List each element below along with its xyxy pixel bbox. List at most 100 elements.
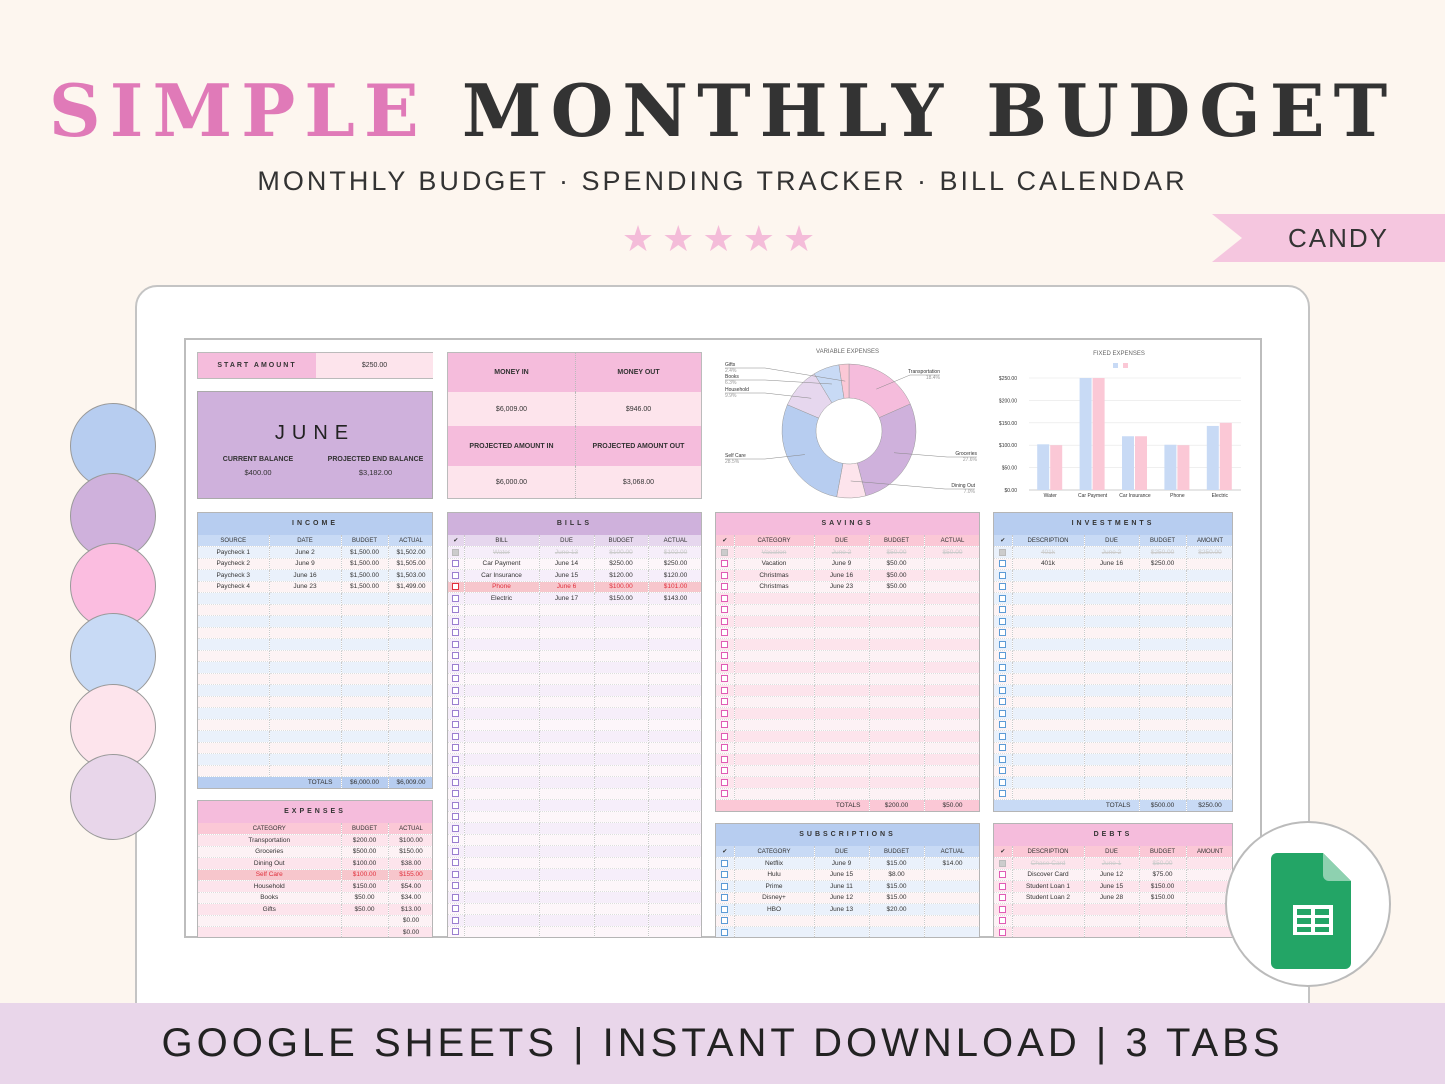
table-cell[interactable] <box>464 799 540 812</box>
table-cell[interactable]: $250.00 <box>1139 546 1187 559</box>
table-cell[interactable]: $250.00 <box>648 558 701 570</box>
table-cell[interactable]: June 13 <box>814 903 870 916</box>
table-cell[interactable]: Books <box>198 892 342 904</box>
table-cell[interactable] <box>388 650 432 662</box>
table-cell[interactable] <box>924 604 979 616</box>
table-cell[interactable] <box>1139 719 1187 731</box>
table-cell[interactable] <box>648 868 701 881</box>
checkbox-cell[interactable] <box>716 926 735 937</box>
table-cell[interactable] <box>594 903 649 915</box>
table-cell[interactable]: $150.00 <box>1139 880 1187 893</box>
checkbox[interactable] <box>999 652 1007 660</box>
table-cell[interactable] <box>539 834 595 846</box>
table-cell[interactable]: $155.00 <box>388 869 432 881</box>
table-cell[interactable]: June 16 <box>1084 558 1140 570</box>
table-cell[interactable]: $250.00 <box>1139 558 1187 570</box>
checkbox-cell[interactable] <box>448 546 465 559</box>
table-cell[interactable] <box>269 604 342 616</box>
checkbox[interactable] <box>452 905 460 913</box>
table-cell[interactable] <box>924 673 979 685</box>
checkbox-cell[interactable] <box>716 707 735 720</box>
checkbox[interactable] <box>452 571 460 579</box>
table-cell[interactable] <box>388 753 432 766</box>
table-cell[interactable] <box>539 765 595 777</box>
checkbox-cell[interactable] <box>716 661 735 674</box>
table-cell[interactable]: Prime <box>734 880 815 893</box>
table-cell[interactable] <box>814 696 870 708</box>
table-cell[interactable] <box>1186 869 1232 881</box>
checkbox-cell[interactable] <box>448 926 465 937</box>
table-cell[interactable]: $13.00 <box>388 903 432 916</box>
checkbox-cell[interactable] <box>994 592 1013 605</box>
table-cell[interactable] <box>734 592 815 605</box>
table-cell[interactable] <box>269 615 342 628</box>
checkbox[interactable] <box>452 882 460 890</box>
checkbox[interactable] <box>999 767 1007 775</box>
table-cell[interactable] <box>464 765 540 777</box>
table-cell[interactable] <box>341 926 389 937</box>
table-cell[interactable]: $15.00 <box>869 892 925 904</box>
month-name[interactable]: JUNE <box>198 422 432 445</box>
checkbox[interactable] <box>721 767 729 775</box>
table-cell[interactable] <box>1186 558 1232 570</box>
table-cell[interactable]: $143.00 <box>648 592 701 605</box>
table-cell[interactable] <box>198 627 270 639</box>
table-cell[interactable] <box>814 730 870 743</box>
table-cell[interactable]: June 28 <box>1084 892 1140 904</box>
table-cell[interactable] <box>924 684 979 697</box>
checkbox[interactable] <box>999 917 1007 925</box>
table-cell[interactable] <box>924 581 979 593</box>
table-cell[interactable] <box>594 719 649 731</box>
table-cell[interactable] <box>388 661 432 674</box>
table-cell[interactable] <box>869 719 925 731</box>
table-cell[interactable] <box>594 788 649 800</box>
table-cell[interactable] <box>539 799 595 812</box>
checkbox[interactable] <box>999 606 1007 614</box>
checkbox[interactable] <box>999 778 1007 786</box>
table-cell[interactable] <box>924 753 979 766</box>
table-cell[interactable]: $50.00 <box>341 903 389 916</box>
table-cell[interactable] <box>464 719 540 731</box>
table-cell[interactable] <box>1186 592 1232 605</box>
checkbox[interactable] <box>452 916 460 924</box>
table-cell[interactable] <box>814 684 870 697</box>
checkbox-cell[interactable] <box>994 558 1013 570</box>
checkbox[interactable] <box>721 905 729 913</box>
checkbox-cell[interactable] <box>994 753 1013 766</box>
table-cell[interactable] <box>648 914 701 927</box>
table-cell[interactable]: Phone <box>464 581 540 593</box>
table-cell[interactable] <box>388 673 432 685</box>
checkbox-cell[interactable] <box>994 857 1013 870</box>
table-cell[interactable]: Vacation <box>734 546 815 559</box>
checkbox[interactable] <box>452 640 460 648</box>
table-cell[interactable] <box>341 730 389 743</box>
table-cell[interactable] <box>1084 627 1140 639</box>
table-cell[interactable] <box>1139 903 1187 916</box>
table-cell[interactable] <box>198 753 270 766</box>
table-cell[interactable] <box>1186 661 1232 674</box>
table-cell[interactable]: Water <box>464 546 540 559</box>
table-cell[interactable] <box>594 753 649 766</box>
table-cell[interactable] <box>1186 696 1232 708</box>
table-cell[interactable]: $150.00 <box>1139 892 1187 904</box>
checkbox-cell[interactable] <box>448 673 465 685</box>
checkbox-cell[interactable] <box>448 811 465 823</box>
table-cell[interactable] <box>648 788 701 800</box>
table-cell[interactable] <box>648 891 701 904</box>
table-cell[interactable] <box>539 880 595 892</box>
checkbox[interactable] <box>999 709 1007 717</box>
checkbox[interactable] <box>721 778 729 786</box>
checkbox[interactable] <box>999 675 1007 683</box>
table-cell[interactable] <box>924 776 979 789</box>
table-cell[interactable] <box>1012 696 1085 708</box>
table-cell[interactable] <box>1139 742 1187 754</box>
table-cell[interactable] <box>1084 903 1140 916</box>
table-cell[interactable] <box>1186 569 1232 582</box>
table-cell[interactable] <box>464 627 540 639</box>
table-cell[interactable]: June 14 <box>539 558 595 570</box>
table-cell[interactable] <box>869 707 925 720</box>
checkbox[interactable] <box>999 721 1007 729</box>
table-cell[interactable]: $100.00 <box>594 581 649 593</box>
checkbox-cell[interactable] <box>994 719 1013 731</box>
checkbox-cell[interactable] <box>448 753 465 766</box>
